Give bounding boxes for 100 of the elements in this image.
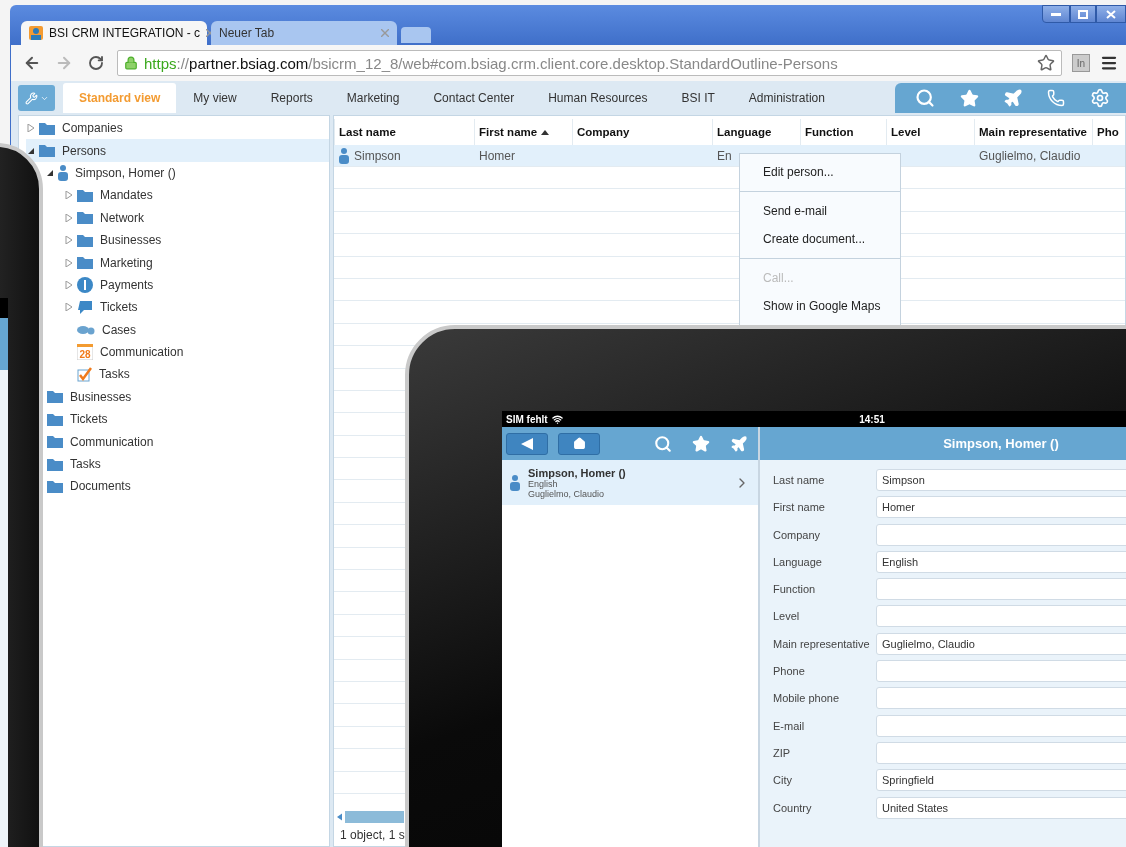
view-tab[interactable]: Marketing	[329, 83, 417, 113]
input-field[interactable]: Homer	[876, 496, 1126, 519]
tree-item[interactable]: Cases	[64, 318, 329, 341]
input-field[interactable]	[876, 741, 1126, 764]
input-field[interactable]: Simpson	[876, 469, 1126, 491]
tree-item[interactable]: Persons	[26, 139, 329, 162]
expanded-expander-icon[interactable]	[46, 168, 54, 177]
view-tab[interactable]: Contact Center	[416, 83, 532, 113]
star-icon[interactable]	[692, 434, 710, 453]
tree-item[interactable]: Tickets	[64, 296, 329, 319]
home-button[interactable]	[558, 432, 600, 455]
input-field[interactable]	[876, 714, 1126, 737]
view-tab[interactable]: Administration	[731, 83, 842, 113]
tree-item-label: Payments	[100, 277, 154, 292]
folder-icon	[47, 457, 63, 471]
tree-item-label: Simpson, Homer ()	[75, 165, 176, 180]
view-tab[interactable]: My view	[176, 83, 254, 113]
bookmark-star-icon[interactable]	[1037, 54, 1055, 72]
lock-icon	[124, 56, 138, 70]
tag-icon	[77, 324, 95, 335]
minimize-button[interactable]	[1042, 5, 1070, 23]
collapsed-expander-icon[interactable]	[65, 236, 73, 245]
close-button[interactable]	[1096, 5, 1126, 23]
collapsed-expander-icon[interactable]	[65, 191, 73, 200]
input-field[interactable]	[876, 605, 1126, 628]
tree-item-label: Communication	[70, 434, 154, 449]
star-icon[interactable]	[959, 88, 979, 108]
field-label: Main representative	[773, 637, 871, 650]
collapsed-expander-icon[interactable]	[65, 303, 73, 312]
folder-icon	[77, 233, 93, 247]
field-label: Level	[773, 610, 801, 623]
menu-icon[interactable]	[1100, 54, 1118, 72]
field-label: First name	[773, 501, 826, 514]
tree-item-label: Mandates	[100, 188, 153, 203]
input-field[interactable]	[876, 687, 1126, 710]
tree-item-label: Companies	[62, 121, 123, 136]
input-field[interactable]: United States	[876, 796, 1126, 819]
tree-item[interactable]: Marketing	[64, 251, 329, 274]
tree-item-label: Persons	[62, 143, 107, 158]
field-label: Mobile phone	[773, 692, 841, 705]
view-tab[interactable]: Human Resources	[531, 83, 665, 113]
expanded-expander-icon[interactable]	[27, 146, 35, 155]
input-field[interactable]: English	[876, 550, 1126, 573]
tree-item[interactable]: Mandates	[64, 184, 329, 207]
collapsed-expander-icon[interactable]	[65, 213, 73, 222]
tools-menu-button[interactable]	[18, 85, 55, 111]
collapsed-expander-icon[interactable]	[65, 280, 73, 289]
person-icon	[510, 474, 520, 491]
maximize-button[interactable]	[1070, 5, 1096, 23]
tree-item[interactable]: Simpson, Homer ()	[45, 161, 329, 185]
menu-item[interactable]: Send e-mail	[740, 197, 900, 225]
tree-item-label: Tasks	[99, 367, 130, 382]
tree-item[interactable]: Companies	[26, 117, 329, 140]
view-tab[interactable]: Reports	[253, 83, 330, 113]
plane-icon[interactable]	[1002, 88, 1023, 108]
address-field[interactable]: https://partner.bsiag.com/bsicrm_12_8/web#com.bsiag.crm.client.core.desktop.StandardOutline-Persons	[117, 50, 1062, 76]
field-label: Country	[773, 801, 813, 814]
calendar-icon: 28	[77, 344, 93, 361]
input-field[interactable]	[876, 578, 1126, 601]
input-field[interactable]: Springfield	[876, 769, 1126, 792]
field-label: ZIP	[773, 746, 792, 759]
search-icon[interactable]	[654, 434, 672, 453]
field-label: Phone	[773, 665, 806, 678]
plane-icon[interactable]	[730, 434, 748, 453]
tree-item[interactable]: Tickets	[46, 408, 329, 431]
input-field[interactable]	[876, 660, 1126, 683]
tree-item[interactable]: 28 Communication	[64, 340, 329, 364]
menu-item[interactable]: Show in Google Maps	[740, 292, 900, 320]
tree-item-label: Businesses	[100, 233, 162, 248]
tree-item[interactable]: Payments	[64, 273, 329, 297]
task-checkbox-icon	[77, 367, 92, 382]
folder-icon	[47, 479, 63, 493]
phone-icon[interactable]	[1047, 89, 1066, 107]
tree-item[interactable]: Businesses	[46, 385, 329, 409]
detail-title: Simpson, Homer ()	[943, 436, 1059, 451]
field-label: E-mail	[773, 719, 806, 732]
tree-item[interactable]: Businesses	[64, 228, 329, 252]
extension-button[interactable]: In	[1072, 54, 1090, 72]
tree-item[interactable]: Documents	[46, 475, 329, 498]
collapsed-expander-icon[interactable]	[27, 124, 35, 133]
list-item[interactable]: Simpson, Homer () English Guglielmo, Claudio	[502, 460, 758, 505]
tree-item[interactable]: Communication	[46, 430, 329, 453]
tab-title: Neuer Tab	[219, 26, 276, 40]
view-tab[interactable]: BSI IT	[664, 83, 732, 113]
search-icon[interactable]	[915, 88, 936, 108]
field-label: Company	[773, 528, 822, 541]
tree-item[interactable]: Network	[64, 206, 329, 229]
scroll-left-arrow-icon[interactable]	[337, 812, 343, 822]
field-label: City	[773, 774, 793, 787]
browser-tab[interactable]: Neuer Tab	[211, 21, 397, 45]
tree-item[interactable]: Tasks	[46, 452, 329, 476]
tree-item[interactable]: Tasks	[64, 363, 329, 386]
menu-item[interactable]: Create document...	[740, 225, 900, 253]
input-field[interactable]: Guglielmo, Claudio	[876, 632, 1126, 655]
input-field[interactable]	[876, 523, 1126, 546]
wifi-icon	[551, 413, 563, 425]
settings-icon[interactable]	[1089, 88, 1110, 108]
tree-item-label: Cases	[102, 322, 136, 337]
collapsed-expander-icon[interactable]	[65, 258, 73, 267]
back-button[interactable]	[506, 432, 548, 455]
